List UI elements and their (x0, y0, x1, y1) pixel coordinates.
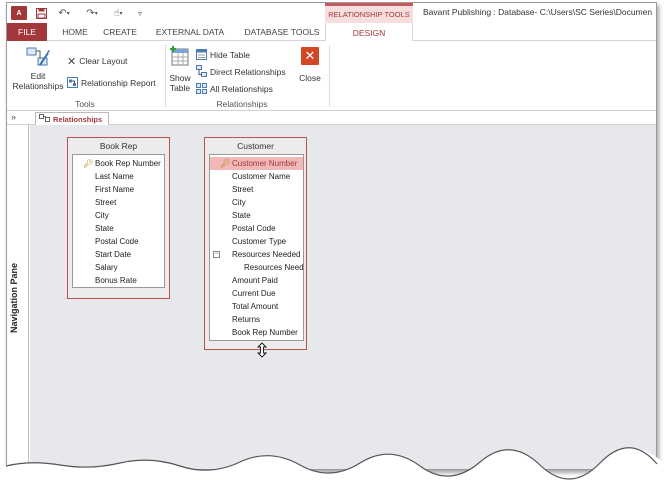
field-state[interactable]: State (73, 222, 164, 235)
hide-table-label: Hide Table (210, 50, 251, 60)
field-last-name[interactable]: Last Name (73, 170, 164, 183)
clear-layout-label: Clear Layout (79, 56, 128, 66)
field-label: Resources Needed (232, 250, 301, 259)
field-amount-paid[interactable]: Amount Paid (210, 274, 303, 287)
navigation-pane-label: Navigation Pane (9, 262, 19, 334)
field-customer-type[interactable]: Customer Type (210, 235, 303, 248)
close-label: Close (299, 73, 321, 83)
window-title: Bavant Publishing : Database- C:\Users\S… (423, 7, 653, 17)
relationships-tab-label: Relationships (53, 114, 103, 124)
hide-table-button[interactable]: Hide Table (196, 48, 250, 62)
edit-relationships-label-1: Edit (30, 71, 46, 81)
ribbon-tab-row: FILE HOME CREATE EXTERNAL DATA DATABASE … (7, 23, 656, 42)
relationships-group-label: Relationships (216, 99, 268, 109)
field-salary[interactable]: Salary (73, 261, 164, 274)
tab-file[interactable]: FILE (7, 23, 47, 41)
show-table-button[interactable]: Show Table (167, 45, 193, 93)
field-state[interactable]: State (210, 209, 303, 222)
close-relationships-button[interactable]: ✕ Close (297, 47, 323, 83)
field-street[interactable]: Street (210, 183, 303, 196)
collapse-icon[interactable]: − (213, 251, 220, 258)
field-bonus-rate[interactable]: Bonus Rate (73, 274, 164, 287)
title-bar: A ↶ ▾ ↷ ▾ ☝ ▾ ▿ RELATIONSHIP TOOLS Bavant P… (7, 3, 656, 23)
book-rep-table-title: Book Rep (99, 141, 138, 151)
field-postal-code[interactable]: Postal Code (73, 235, 164, 248)
all-relationships-label: All Relationships (210, 84, 273, 94)
clear-layout-icon: ✕ (67, 55, 77, 68)
access-window: A ↶ ▾ ↷ ▾ ☝ ▾ ▿ RELATIONSHIP TOOLS Bavant P… (6, 2, 657, 470)
field-postal-code[interactable]: Postal Code (210, 222, 303, 235)
tab-create[interactable]: CREATE (99, 23, 141, 41)
tab-home[interactable]: HOME (57, 23, 93, 41)
field-returns[interactable]: Returns (210, 313, 303, 326)
field-label: Book Rep Number (95, 159, 161, 168)
relationships-document-tab[interactable]: Relationships (35, 112, 109, 125)
relationships-canvas[interactable]: Book Rep 🔑︎ Book Rep Number Last Name Fir… (30, 125, 656, 469)
relationships-tab-icon (39, 114, 50, 124)
hide-table-icon (196, 48, 207, 62)
field-customer-name[interactable]: Customer Name (210, 170, 303, 183)
ribbon: Edit Relationships ✕ Clear Layout Relati… (7, 41, 656, 111)
edit-relationships-icon (26, 47, 50, 71)
show-table-label-1: Show (169, 73, 191, 83)
field-current-due[interactable]: Current Due (210, 287, 303, 300)
tools-group-label: Tools (75, 99, 95, 109)
clear-layout-button[interactable]: ✕ Clear Layout (67, 54, 127, 68)
field-total-amount[interactable]: Total Amount (210, 300, 303, 313)
close-icon: ✕ (301, 47, 319, 65)
show-table-icon (169, 45, 191, 69)
field-book-rep-number[interactable]: 🔑︎ Book Rep Number (73, 157, 164, 170)
field-start-date[interactable]: Start Date (73, 248, 164, 261)
edit-relationships-label-2: Relationships (12, 81, 64, 91)
relationship-tools-context-header: RELATIONSHIP TOOLS (325, 3, 413, 23)
field-first-name[interactable]: First Name (73, 183, 164, 196)
relationship-report-icon (67, 76, 78, 90)
book-rep-field-list: 🔑︎ Book Rep Number Last Name First Name S… (72, 154, 165, 288)
primary-key-icon: 🔑︎ (220, 159, 231, 168)
redo-icon[interactable]: ↷ ▾ (85, 6, 99, 20)
access-app-icon[interactable]: A (11, 6, 27, 20)
direct-relationships-icon (196, 65, 207, 79)
customer-table[interactable]: Customer 🔑︎ Customer Number Customer Name… (204, 137, 307, 350)
field-label: Customer Number (232, 159, 298, 168)
group-divider (329, 45, 330, 107)
relationship-report-label: Relationship Report (81, 78, 156, 88)
customize-toolbar-icon[interactable]: ▿ (135, 6, 145, 20)
field-customer-number[interactable]: 🔑︎ Customer Number (210, 157, 303, 170)
group-divider (165, 45, 166, 107)
customer-field-list: 🔑︎ Customer Number Customer Name Street C… (209, 154, 304, 341)
save-icon[interactable] (35, 6, 47, 20)
show-table-label-2: Table (169, 83, 191, 93)
field-city[interactable]: City (73, 209, 164, 222)
tab-database-tools[interactable]: DATABASE TOOLS (239, 23, 325, 41)
customer-table-title: Customer (237, 141, 274, 151)
resize-cursor-icon (256, 342, 268, 360)
primary-key-icon: 🔑︎ (83, 159, 94, 168)
undo-icon[interactable]: ↶ ▾ (57, 6, 71, 20)
touch-mode-icon[interactable]: ☝ ▾ (111, 6, 125, 20)
field-resources-needed-value[interactable]: Resources Need (210, 261, 303, 274)
direct-relationships-label: Direct Relationships (210, 67, 286, 77)
document-tab-strip: » Relationships (7, 111, 656, 125)
field-city[interactable]: City (210, 196, 303, 209)
field-book-rep-number[interactable]: Book Rep Number (210, 326, 303, 339)
book-rep-table[interactable]: Book Rep 🔑︎ Book Rep Number Last Name Fir… (67, 137, 170, 299)
navigation-pane-toggle[interactable]: » (11, 112, 16, 122)
edit-relationships-button[interactable]: Edit Relationships (11, 47, 65, 91)
field-street[interactable]: Street (73, 196, 164, 209)
relationship-report-button[interactable]: Relationship Report (67, 76, 156, 90)
all-relationships-button[interactable]: All Relationships (196, 82, 273, 96)
tab-external-data[interactable]: EXTERNAL DATA (151, 23, 229, 41)
tab-design[interactable]: DESIGN (325, 23, 413, 42)
navigation-pane[interactable]: Navigation Pane (7, 125, 29, 469)
field-resources-needed[interactable]: − Resources Needed (210, 248, 303, 261)
direct-relationships-button[interactable]: Direct Relationships (196, 65, 286, 79)
all-relationships-icon (196, 82, 207, 96)
